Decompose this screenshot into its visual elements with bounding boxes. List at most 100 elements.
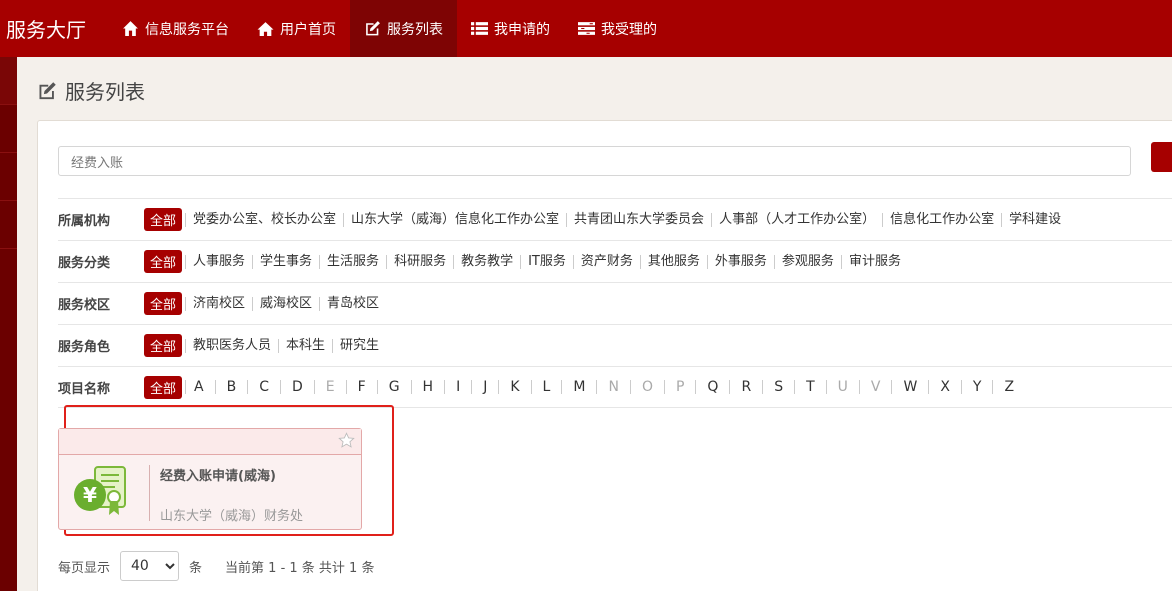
service-card[interactable]: ¥ 经费入账申请(威海) 山东大学（威海）财务处 <box>58 428 362 530</box>
filter-item[interactable]: 学生事务 <box>252 254 319 269</box>
nav-label: 我申请的 <box>494 21 550 38</box>
letter-filter-f[interactable]: F <box>345 380 377 394</box>
filter-item[interactable]: 本科生 <box>278 338 332 353</box>
filter-all-chip[interactable]: 全部 <box>144 250 183 273</box>
filter-item[interactable]: 党委办公室、校长办公室 <box>185 212 343 227</box>
filter-item[interactable]: 人事部（人才工作办公室） <box>711 212 882 227</box>
tasks-icon <box>578 22 595 35</box>
letter-filter-p: P <box>663 380 695 394</box>
nav-service-list[interactable]: 服务列表 <box>350 0 457 57</box>
pagination: 每页显示 40 条 当前第 1 - 1 条 共计 1 条 <box>58 551 374 581</box>
nav-user-home[interactable]: 用户首页 <box>243 0 350 57</box>
letter-filter-g[interactable]: G <box>376 380 411 394</box>
letter-filter-b[interactable]: B <box>214 380 248 394</box>
filter-item[interactable]: 参观服务 <box>773 254 841 269</box>
filter-all-chip[interactable]: 全部 <box>144 375 183 399</box>
filter-item[interactable]: 人事服务 <box>185 254 252 269</box>
filter-item[interactable]: 审计服务 <box>840 254 908 269</box>
filter-item[interactable]: 生活服务 <box>319 254 386 269</box>
filter-row-role: 服务角色 全部 教职医务人员 本科生 研究生 <box>58 324 1172 366</box>
sidebar-segment[interactable] <box>0 105 17 153</box>
filter-item[interactable]: 信息化工作办公室 <box>882 212 1001 227</box>
letter-filter-w[interactable]: W <box>891 380 928 394</box>
filter-item[interactable]: 教务教学 <box>453 254 520 269</box>
nav-label: 信息服务平台 <box>145 21 229 38</box>
home-icon <box>123 21 138 36</box>
filter-item[interactable]: 学科建设 <box>1001 212 1068 227</box>
filter-label: 项目名称 <box>58 381 111 397</box>
home-icon <box>257 22 274 36</box>
filter-item[interactable]: 济南校区 <box>185 296 252 311</box>
per-page-label: 每页显示 <box>58 560 111 576</box>
card-header <box>59 429 361 455</box>
sidebar-strip <box>0 57 17 591</box>
letter-list: ABCDEFGHIJKLMNOPQRSTUVWXYZ <box>185 380 1025 394</box>
page-title: 服务列表 <box>37 76 145 105</box>
nav-info-platform[interactable]: 信息服务平台 <box>108 0 243 57</box>
letter-filter-u: U <box>825 380 859 394</box>
search-button[interactable] <box>1151 142 1172 172</box>
letter-filter-n: N <box>596 380 629 394</box>
brand-title[interactable]: 服务大厅 <box>0 0 108 57</box>
letter-filter-e: E <box>313 380 346 394</box>
pager-info: 当前第 1 - 1 条 共计 1 条 <box>225 560 375 576</box>
card-divider <box>149 465 150 521</box>
filter-item[interactable]: 外事服务 <box>706 254 774 269</box>
letter-filter-k[interactable]: K <box>498 380 530 394</box>
letter-filter-h[interactable]: H <box>410 380 445 394</box>
filter-label: 服务角色 <box>58 340 111 355</box>
filter-row-org: 所属机构 全部 党委办公室、校长办公室 山东大学（威海）信息化工作办公室 共青团… <box>58 198 1172 240</box>
filter-label: 所属机构 <box>58 214 111 229</box>
per-page-unit: 条 <box>189 560 203 576</box>
star-icon[interactable] <box>338 432 355 449</box>
filter-all-chip[interactable]: 全部 <box>144 334 183 357</box>
filter-row-category: 服务分类 全部 人事服务 学生事务 生活服务 科研服务 教务教学 IT服务 资产… <box>58 240 1172 282</box>
edit-icon <box>366 21 380 36</box>
filter-item[interactable]: 研究生 <box>332 338 386 353</box>
finance-certificate-icon: ¥ <box>74 466 126 515</box>
letter-filter-t[interactable]: T <box>794 380 826 394</box>
filter-all-chip[interactable]: 全部 <box>144 208 183 231</box>
letter-filter-x[interactable]: X <box>928 380 961 394</box>
nav-my-applications[interactable]: 我申请的 <box>457 0 564 57</box>
card-title[interactable]: 经费入账申请(威海) <box>160 465 276 484</box>
letter-filter-z[interactable]: Z <box>992 380 1025 394</box>
filter-item[interactable]: 其他服务 <box>639 254 707 269</box>
filter-item[interactable]: 山东大学（威海）信息化工作办公室 <box>343 212 566 227</box>
sidebar-segment[interactable] <box>0 57 17 105</box>
letter-filter-c[interactable]: C <box>247 380 280 394</box>
search-input[interactable]: 经费入账 <box>58 146 1131 176</box>
filter-item[interactable]: 科研服务 <box>386 254 453 269</box>
filter-item[interactable]: IT服务 <box>520 254 573 269</box>
letter-filter-d[interactable]: D <box>279 380 314 394</box>
filter-all-chip[interactable]: 全部 <box>144 292 183 315</box>
nav-label: 用户首页 <box>280 21 336 38</box>
letter-filter-o: O <box>629 380 664 394</box>
filter-item[interactable]: 共青团山东大学委员会 <box>566 212 711 227</box>
filter-item[interactable]: 教职医务人员 <box>185 338 278 353</box>
edit-icon <box>39 81 56 99</box>
per-page-select[interactable]: 40 <box>120 551 180 581</box>
letter-filter-m[interactable]: M <box>561 380 596 394</box>
filter-row-campus: 服务校区 全部 济南校区 威海校区 青岛校区 <box>58 282 1172 324</box>
letter-filter-s[interactable]: S <box>762 380 794 394</box>
nav-label: 我受理的 <box>601 21 657 38</box>
card-org: 山东大学（威海）财务处 <box>160 509 304 524</box>
letter-filter-v: V <box>858 380 892 394</box>
filter-label: 服务分类 <box>58 256 111 271</box>
letter-filter-j[interactable]: J <box>471 380 498 394</box>
page-title-text: 服务列表 <box>65 80 145 104</box>
filter-item[interactable]: 资产财务 <box>572 254 640 269</box>
letter-filter-a[interactable]: A <box>185 380 215 394</box>
letter-filter-l[interactable]: L <box>530 380 562 394</box>
letter-filter-r[interactable]: R <box>729 380 762 394</box>
letter-filter-i[interactable]: I <box>444 380 471 394</box>
filter-item[interactable]: 威海校区 <box>252 296 319 311</box>
letter-filter-y[interactable]: Y <box>960 380 993 394</box>
letter-filter-q[interactable]: Q <box>695 380 729 394</box>
top-navbar: 服务大厅 信息服务平台 用户首页 服务列表 我申请的 我受理的 <box>0 0 1172 57</box>
nav-my-accepted[interactable]: 我受理的 <box>564 0 671 57</box>
sidebar-segment[interactable] <box>0 153 17 201</box>
sidebar-segment[interactable] <box>0 201 17 249</box>
filter-item[interactable]: 青岛校区 <box>319 296 386 311</box>
